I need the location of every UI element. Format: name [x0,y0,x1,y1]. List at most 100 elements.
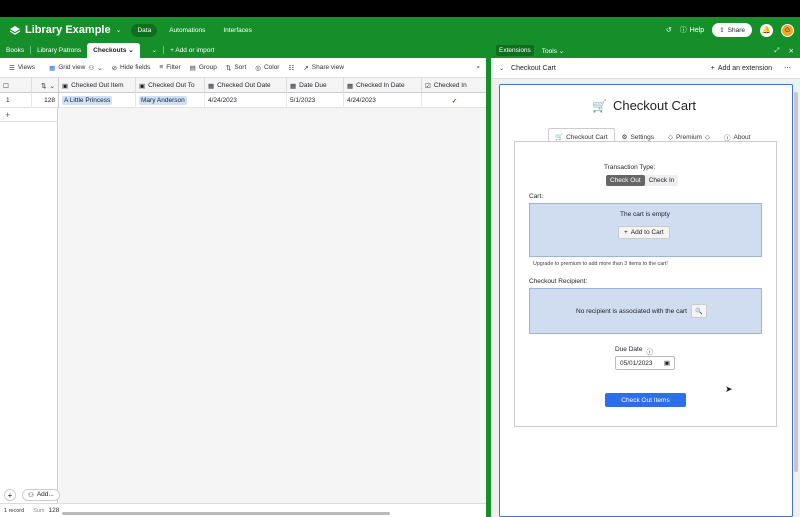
add-more-button[interactable]: ⚇ Add... [22,489,60,501]
extensions-header: Extensions Tools ⌄ ⤢ ✕ [491,43,800,58]
cart-icon: 🛒 [555,134,564,141]
column-header-checked-out-to[interactable]: ▣ Checked Out To [136,78,205,93]
nav-automations[interactable]: Automations [163,24,211,37]
header-nav: Data Automations Interfaces [131,23,258,37]
tab-library-patrons[interactable]: Library Patrons [31,43,87,58]
column-header-checked-in-date[interactable]: ▦ Checked In Date [344,78,422,93]
column-label: Checked Out Date [217,82,271,89]
check-in-option[interactable]: Check In [645,175,679,186]
help-button[interactable]: ⓘ Help [680,25,704,35]
checkout-cart-title: 🛒 Checkout Cart [592,98,696,113]
group-button[interactable]: ▤ Group [190,64,217,72]
eye-off-icon: ⊘ [111,64,118,72]
expand-icon[interactable]: ⤢ [774,47,779,55]
plus-icon: + [710,64,715,72]
tab-label: Checkout Cart [566,133,608,141]
linked-record-chip[interactable]: Mary Anderson [139,96,187,105]
group-label: Group [198,64,217,71]
grid-empty-area [59,108,488,503]
base-name[interactable]: Library Example [25,24,111,36]
checkbox-field-icon: ☑ [425,82,431,90]
cell-checked-out-date[interactable]: 4/24/2023 [205,93,287,108]
tab-checkouts[interactable]: Checkouts ⌄ [87,43,140,58]
row-gutter [0,122,58,503]
check-out-items-button[interactable]: Check Out Items [605,393,686,407]
share-view-icon: ↗ [303,64,309,72]
due-date-value: 05/01/2023 [620,359,653,367]
chevron-down-icon[interactable]: ⌄ [128,47,133,54]
app-logo-icon[interactable] [9,25,21,35]
tools-menu[interactable]: Tools ⌄ [542,47,564,55]
cell-checked-in-date[interactable]: 4/24/2023 [344,93,422,108]
add-or-import-button[interactable]: + Add or import [164,43,220,58]
share-view-button[interactable]: ↗ Share view [303,64,344,72]
transaction-type-toggle: Check Out Check In [606,175,679,186]
add-row-button[interactable]: + [0,108,58,122]
tab-label: Settings [630,133,654,141]
chevron-down-icon[interactable]: ⌄ [499,65,504,72]
nav-data[interactable]: Data [131,23,158,37]
add-to-cart-button[interactable]: + Add to Cart [618,226,670,239]
column-header-checked-in[interactable]: ☑ Checked In [422,78,488,93]
row-id[interactable]: 128 [32,93,59,108]
search-icon[interactable]: ⌕ [476,64,480,72]
check-out-option[interactable]: Check Out [606,175,645,186]
color-label: Color [263,64,280,71]
chevron-down-icon: ⌄ [49,82,55,90]
recipient-search-button[interactable]: 🔍 [691,304,707,318]
views-label: Views [17,64,36,71]
chevron-down-icon[interactable]: ⌄ [116,26,122,34]
add-extension-button[interactable]: + Add an extension [711,65,772,72]
due-date-label-text: Due Date [615,346,643,353]
cell-checked-in[interactable]: ✓ [422,93,488,108]
calendar-icon[interactable]: ▣ [664,359,670,367]
share-button[interactable]: ⇪ Share [712,23,752,37]
chevron-down-icon: ⌄ [97,64,103,72]
notification-bell-icon[interactable]: 🔔 [760,23,773,37]
add-more-icon: ⚇ [28,492,34,499]
sum-value: 128 [48,507,60,514]
tab-books[interactable]: Books [0,43,30,58]
select-all-checkbox[interactable]: ☐ [0,78,32,93]
column-header-date-due[interactable]: ▦ Date Due [287,78,344,93]
help-icon[interactable]: ⓘ [646,346,653,356]
close-icon[interactable]: ✕ [789,47,794,55]
row-height-icon[interactable]: ☷ [288,64,294,72]
cell-date-due[interactable]: 5/1/2023 [287,93,344,108]
table-row[interactable]: 1 128 A Little Princess Mary Anderson 4/… [0,93,488,108]
record-count: 1 record [4,507,25,514]
share-view-label: Share view [311,64,344,71]
hide-fields-button[interactable]: ⊘ Hide fields [112,64,151,72]
plus-icon: + [5,109,11,120]
tabs-more-icon[interactable]: ⌄ [146,43,163,58]
link-field-icon: ▣ [62,82,69,90]
checkout-recipient-label: Checkout Recipient: [529,278,588,285]
sort-button[interactable]: ⇅ Sort [226,64,246,72]
no-recipient-text: No recipient is associated with the cart [576,308,687,315]
views-button[interactable]: ☰ Views [9,64,35,72]
column-header-checked-out-date[interactable]: ▦ Checked Out Date [205,78,287,93]
cell-checked-out-item[interactable]: A Little Princess [59,93,136,108]
history-icon[interactable]: ↺ [666,26,672,34]
extensions-tab[interactable]: Extensions [496,45,534,56]
id-column-header[interactable]: ⇅ ⌄ [32,78,59,93]
column-header-checked-out-item[interactable]: ▣ Checked Out Item [59,78,136,93]
filter-button[interactable]: ≡ Filter [159,64,180,71]
column-label: Checked In Date [356,82,405,89]
due-date-input[interactable]: 05/01/2023 ▣ [615,356,675,370]
search-icon: 🔍 [695,308,703,315]
more-options-icon[interactable]: ⋯ [784,64,791,72]
transaction-type-label: Transaction Type: [604,164,656,171]
cell-checked-out-to[interactable]: Mary Anderson [136,93,205,108]
linked-record-chip[interactable]: A Little Princess [62,96,113,105]
add-record-button[interactable]: + [4,489,16,501]
horizontal-scrollbar[interactable] [62,512,390,515]
extension-title[interactable]: Checkout Cart [511,65,556,72]
sort-icon: ⇅ [41,82,47,90]
nav-interfaces[interactable]: Interfaces [217,24,258,37]
add-controls: + ⚇ Add... [4,489,60,501]
vertical-scrollbar[interactable] [794,92,798,472]
color-button[interactable]: ◎ Color [255,64,279,72]
grid-view-button[interactable]: ▦ Grid view ⚇ ⌄ [49,64,103,72]
avatar[interactable]: G [781,23,794,37]
